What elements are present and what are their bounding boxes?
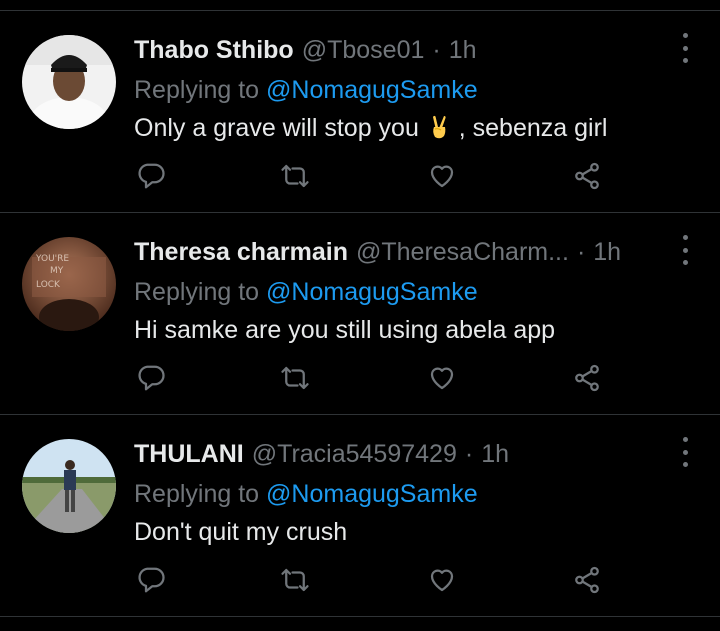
retweet-icon[interactable] bbox=[280, 565, 310, 595]
separator: · bbox=[432, 36, 441, 64]
replying-label: Replying to bbox=[134, 278, 260, 306]
user-handle[interactable]: @Tbose01 bbox=[302, 33, 425, 67]
reply-icon[interactable] bbox=[136, 161, 166, 191]
like-icon[interactable] bbox=[427, 161, 457, 191]
tweet-text: Only a grave will stop you , sebenza gir… bbox=[134, 111, 676, 145]
top-divider bbox=[0, 0, 720, 11]
separator: · bbox=[464, 440, 474, 468]
share-icon[interactable] bbox=[572, 363, 602, 393]
user-handle[interactable]: @TheresaCharm... bbox=[356, 235, 569, 269]
reply-tweet[interactable]: THULANI @Tracia54597429 · 1h Replying to… bbox=[0, 415, 720, 617]
like-icon[interactable] bbox=[427, 565, 457, 595]
replying-to: Replying to @NomagugSamke bbox=[134, 275, 676, 309]
share-icon[interactable] bbox=[572, 161, 602, 191]
tweet-header: THULANI @Tracia54597429 · 1h bbox=[134, 437, 676, 471]
tweet-text-part: Only a grave will stop you bbox=[134, 114, 419, 142]
replying-to: Replying to @NomagugSamke bbox=[134, 477, 676, 511]
retweet-icon[interactable] bbox=[280, 363, 310, 393]
victory-hand-emoji bbox=[432, 115, 446, 139]
more-options-icon[interactable] bbox=[680, 437, 690, 467]
replying-label: Replying to bbox=[134, 480, 260, 508]
tweet-actions bbox=[134, 363, 604, 393]
tweet-actions bbox=[134, 565, 604, 595]
display-name[interactable]: THULANI bbox=[134, 437, 244, 471]
like-icon[interactable] bbox=[427, 363, 457, 393]
avatar[interactable] bbox=[22, 439, 116, 533]
reply-tweet[interactable]: Thabo Sthibo @Tbose01 · 1h Replying to @… bbox=[0, 11, 720, 213]
timestamp[interactable]: 1h bbox=[593, 235, 621, 269]
timestamp[interactable]: 1h bbox=[449, 33, 477, 67]
avatar[interactable]: YOU'RE MY LOCK bbox=[22, 237, 116, 331]
reply-icon[interactable] bbox=[136, 363, 166, 393]
svg-text:LOCK: LOCK bbox=[36, 280, 61, 290]
display-name[interactable]: Theresa charmain bbox=[134, 235, 348, 269]
tweet-text: Hi samke are you still using abela app bbox=[134, 316, 556, 344]
mention-link[interactable]: @NomagugSamke bbox=[266, 76, 478, 104]
replying-to: Replying to @NomagugSamke bbox=[134, 73, 676, 107]
avatar[interactable] bbox=[22, 35, 116, 129]
svg-text:YOU'RE: YOU'RE bbox=[35, 254, 69, 264]
mention-link[interactable]: @NomagugSamke bbox=[266, 480, 478, 508]
replying-label: Replying to bbox=[134, 76, 260, 104]
share-icon[interactable] bbox=[572, 565, 602, 595]
more-options-icon[interactable] bbox=[680, 235, 690, 265]
tweet-text: Don't quit my crush bbox=[134, 518, 348, 546]
retweet-icon[interactable] bbox=[280, 161, 310, 191]
reply-icon[interactable] bbox=[136, 565, 166, 595]
more-options-icon[interactable] bbox=[680, 33, 690, 63]
timestamp[interactable]: 1h bbox=[481, 437, 509, 471]
tweet-actions bbox=[134, 161, 604, 191]
tweet-header: Thabo Sthibo @Tbose01 · 1h bbox=[134, 33, 676, 67]
reply-tweet[interactable]: YOU'RE MY LOCK Theresa charmain @Theresa… bbox=[0, 213, 720, 415]
svg-text:MY: MY bbox=[50, 266, 64, 276]
mention-link[interactable]: @NomagugSamke bbox=[266, 278, 478, 306]
user-handle[interactable]: @Tracia54597429 bbox=[252, 437, 457, 471]
tweet-text-part: , sebenza girl bbox=[458, 114, 608, 142]
separator: · bbox=[576, 238, 586, 266]
display-name[interactable]: Thabo Sthibo bbox=[134, 33, 294, 67]
tweet-header: Theresa charmain @TheresaCharm... · 1h bbox=[134, 235, 676, 269]
